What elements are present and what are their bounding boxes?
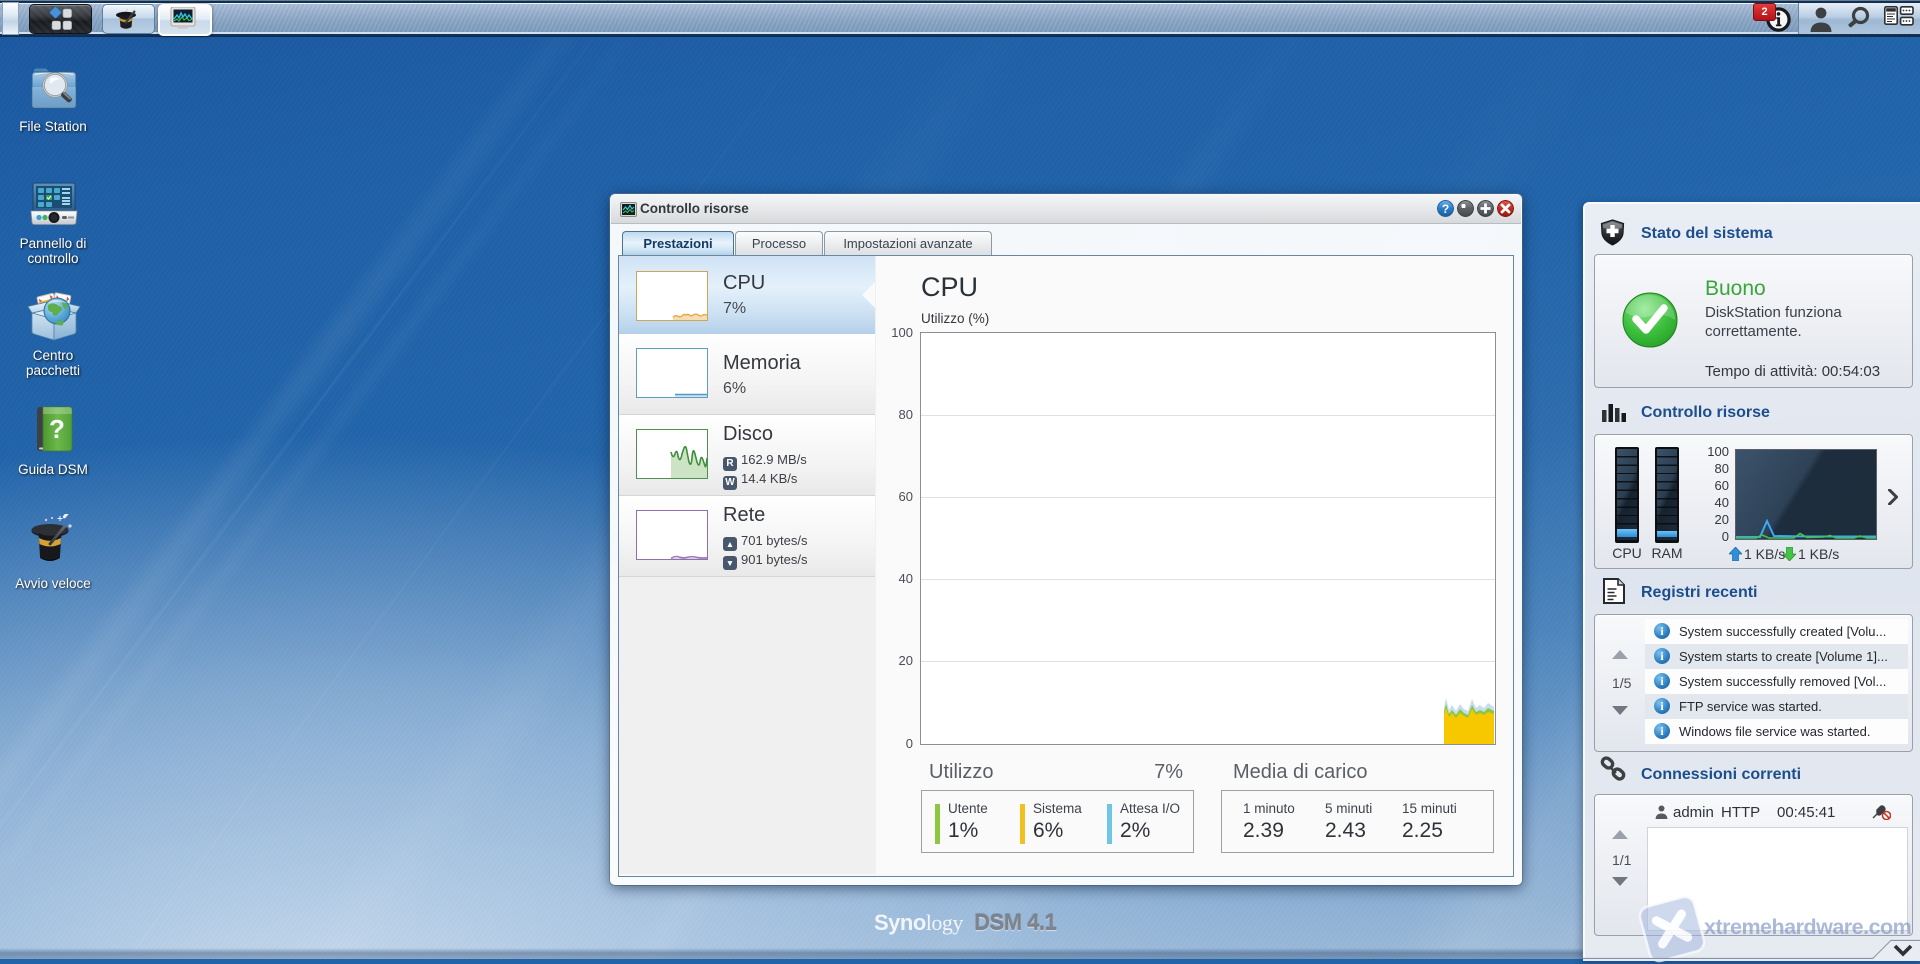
svg-text:?: ? [49, 414, 65, 444]
svg-text:?: ? [1442, 202, 1449, 216]
